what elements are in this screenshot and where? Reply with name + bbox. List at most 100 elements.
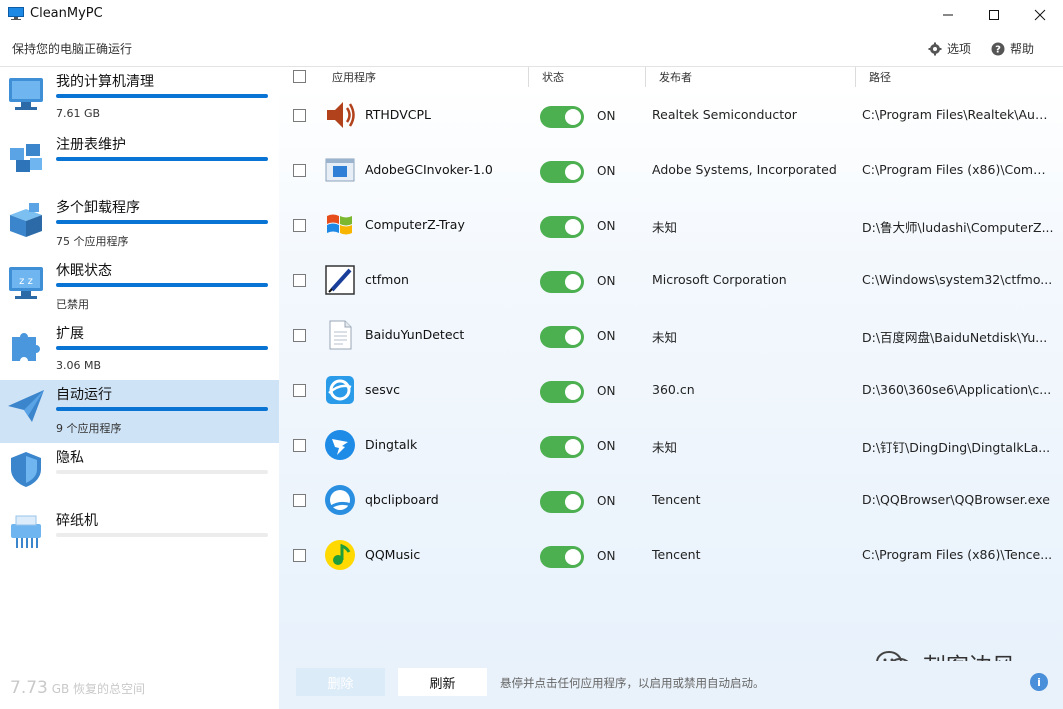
options-label: 选项 xyxy=(947,42,972,56)
row-checkbox[interactable] xyxy=(293,329,306,342)
autorun-toggle[interactable] xyxy=(540,546,584,568)
table-row[interactable]: ComputerZ-Tray ON 未知 D:\鲁大师\ludashi\Comp… xyxy=(279,204,1063,259)
row-checkbox[interactable] xyxy=(293,384,306,397)
toggle-knob xyxy=(565,164,581,180)
publisher: Tencent xyxy=(652,492,701,507)
toggle-knob xyxy=(565,329,581,345)
row-checkbox[interactable] xyxy=(293,109,306,122)
options-button[interactable]: 选项 xyxy=(928,40,971,57)
table-row[interactable]: qbclipboard ON Tencent D:\QQBrowser\QQBr… xyxy=(279,479,1063,534)
toggle-state: ON xyxy=(597,219,616,233)
app-name: AdobeGCInvoker-1.0 xyxy=(365,162,493,177)
toggle-state: ON xyxy=(597,439,616,453)
table-row[interactable]: sesvc ON 360.cn D:\360\360se6\Applicatio… xyxy=(279,369,1063,424)
autorun-toggle[interactable] xyxy=(540,326,584,348)
sidebar-item-extensions[interactable]: 扩展 3.06 MB xyxy=(0,319,279,382)
column-header-publisher[interactable]: 发布者 xyxy=(659,67,692,87)
table-row[interactable]: QQMusic ON Tencent C:\Program Files (x86… xyxy=(279,534,1063,589)
column-header-path[interactable]: 路径 xyxy=(869,67,891,87)
select-all-checkbox[interactable] xyxy=(293,70,306,83)
qq-music-icon xyxy=(325,540,355,570)
column-header-status[interactable]: 状态 xyxy=(542,67,564,87)
sidebar-item-sub: 7.61 GB xyxy=(56,107,101,120)
title-bar: CleanMyPC xyxy=(0,0,1063,30)
table-row[interactable]: ctfmon ON Microsoft Corporation C:\Windo… xyxy=(279,259,1063,314)
publisher: 360.cn xyxy=(652,382,695,397)
sidebar-item-registry[interactable]: 注册表维护 xyxy=(0,130,279,193)
shield-broom-icon xyxy=(11,452,41,487)
publisher: 未知 xyxy=(652,440,678,455)
svg-text:z z: z z xyxy=(19,276,33,287)
sidebar-item-shredder[interactable]: 碎纸机 xyxy=(0,506,279,569)
autorun-toggle[interactable] xyxy=(540,381,584,403)
window-subtitle: 保持您的电脑正确运行 xyxy=(12,42,133,56)
path: D:\鲁大师\ludashi\ComputerZ... xyxy=(862,220,1054,235)
column-divider xyxy=(855,67,856,87)
publisher: 未知 xyxy=(652,330,678,345)
autorun-toggle[interactable] xyxy=(540,271,584,293)
column-divider xyxy=(645,67,646,87)
info-icon[interactable]: i xyxy=(1030,673,1048,691)
app-name: QQMusic xyxy=(365,547,421,562)
sidebar-item-computer-cleanup[interactable]: 我的计算机清理 7.61 GB xyxy=(0,67,279,130)
recovered-unit: GB xyxy=(51,682,70,696)
row-checkbox[interactable] xyxy=(293,274,306,287)
toggle-state: ON xyxy=(597,164,616,178)
sidebar-progress-bar xyxy=(56,94,268,98)
path: D:\百度网盘\BaiduNetdisk\Yu... xyxy=(862,330,1048,345)
sidebar-item-hibernation[interactable]: z z 休眠状态 已禁用 xyxy=(0,256,279,319)
autorun-toggle[interactable] xyxy=(540,491,584,513)
publisher: Realtek Semiconductor xyxy=(652,107,797,122)
autorun-toggle[interactable] xyxy=(540,106,584,128)
remove-button[interactable]: 删除 xyxy=(296,668,385,696)
refresh-button[interactable]: 刷新 xyxy=(398,668,487,696)
row-checkbox[interactable] xyxy=(293,494,306,507)
close-button[interactable] xyxy=(1017,0,1063,30)
computer-icon xyxy=(9,78,43,110)
action-bar: 删除 刷新 悬停并点击任何应用程序，以启用或禁用自动启动。 i xyxy=(279,661,1063,709)
row-checkbox[interactable] xyxy=(293,219,306,232)
column-header-app[interactable]: 应用程序 xyxy=(332,67,376,87)
table-row[interactable]: Dingtalk ON 未知 D:\钉钉\DingDing\DingtalkLa… xyxy=(279,424,1063,479)
path: C:\Program Files\Realtek\Aud... xyxy=(862,107,1054,122)
sidebar-item-sub: 9 个应用程序 xyxy=(56,422,122,435)
hint-text: 悬停并点击任何应用程序，以启用或禁用自动启动。 xyxy=(500,676,765,690)
sidebar-item-label: 休眠状态 xyxy=(56,263,112,279)
maximize-icon xyxy=(989,10,999,20)
toggle-knob xyxy=(565,494,581,510)
maximize-button[interactable] xyxy=(971,0,1017,30)
app-name: Dingtalk xyxy=(365,437,418,452)
sidebar: 我的计算机清理 7.61 GB 注册表维护 多个卸载程序 75 个应用程序 z … xyxy=(0,67,279,709)
sidebar-item-uninstaller[interactable]: 多个卸载程序 75 个应用程序 xyxy=(0,193,279,256)
toggle-state: ON xyxy=(597,274,616,288)
table-row[interactable]: BaiduYunDetect ON 未知 D:\百度网盘\BaiduNetdis… xyxy=(279,314,1063,369)
column-divider xyxy=(528,67,529,87)
app-name: BaiduYunDetect xyxy=(365,327,465,342)
toggle-knob xyxy=(565,274,581,290)
sidebar-item-privacy[interactable]: 隐私 xyxy=(0,443,279,506)
sidebar-progress-bar xyxy=(56,533,268,537)
app-name: ComputerZ-Tray xyxy=(365,217,465,232)
sidebar-item-autorun[interactable]: 自动运行 9 个应用程序 xyxy=(0,380,279,443)
row-checkbox[interactable] xyxy=(293,439,306,452)
app-name: qbclipboard xyxy=(365,492,439,507)
shredder-icon xyxy=(11,515,41,548)
speaker-icon xyxy=(327,102,355,128)
row-checkbox[interactable] xyxy=(293,164,306,177)
pen-tablet-icon xyxy=(325,265,355,295)
minimize-button[interactable] xyxy=(925,0,971,30)
help-button[interactable]: ? 帮助 xyxy=(991,40,1034,57)
path: C:\Program Files (x86)\Comm... xyxy=(862,162,1054,177)
table-row[interactable]: RTHDVCPL ON Realtek Semiconductor C:\Pro… xyxy=(279,94,1063,149)
sidebar-item-label: 扩展 xyxy=(56,326,84,342)
app-name: ctfmon xyxy=(365,272,409,287)
autorun-toggle[interactable] xyxy=(540,161,584,183)
table-row[interactable]: AdobeGCInvoker-1.0 ON Adobe Systems, Inc… xyxy=(279,149,1063,204)
recovered-text: 恢复的总空间 xyxy=(73,682,146,696)
autorun-toggle[interactable] xyxy=(540,436,584,458)
path: D:\QQBrowser\QQBrowser.exe xyxy=(862,492,1050,507)
autorun-toggle[interactable] xyxy=(540,216,584,238)
row-checkbox[interactable] xyxy=(293,549,306,562)
sidebar-progress-bar xyxy=(56,346,268,350)
sidebar-item-label: 多个卸载程序 xyxy=(56,200,140,216)
